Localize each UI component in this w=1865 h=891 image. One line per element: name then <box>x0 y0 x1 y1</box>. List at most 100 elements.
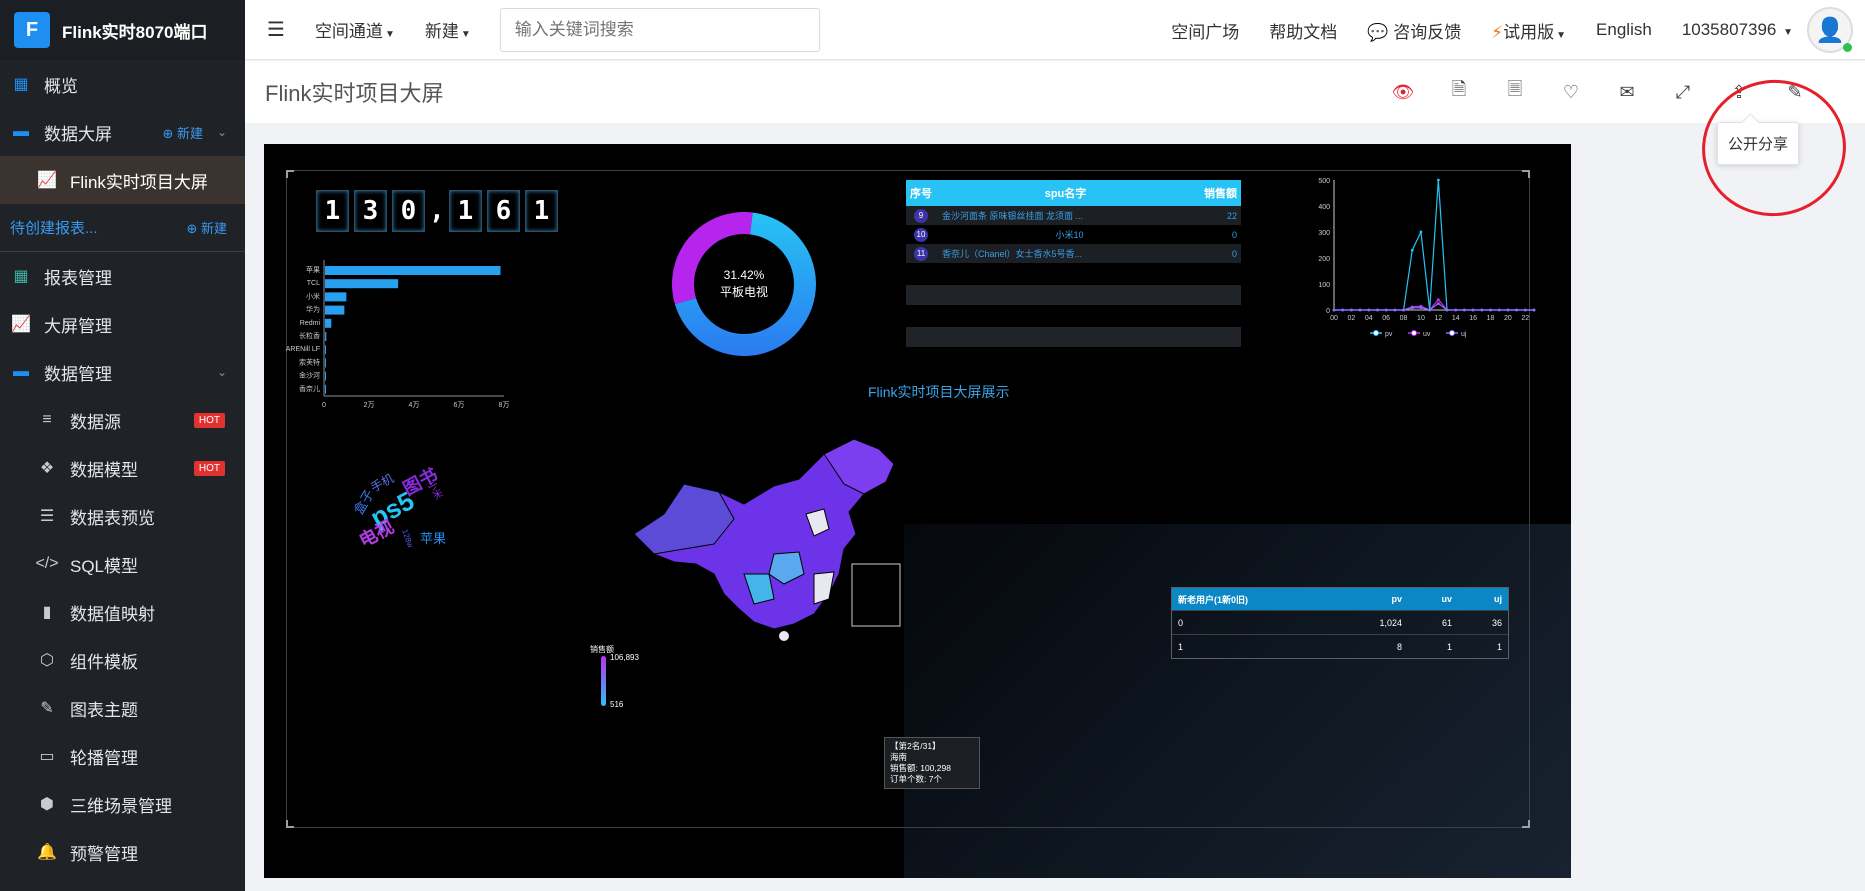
legend-gradient-bar <box>601 656 606 706</box>
new-menu[interactable]: 新建 ▼ <box>425 17 471 42</box>
sidebar-item-datasource[interactable]: ≡ 数据源 HOT <box>0 396 245 444</box>
help-docs-link[interactable]: 帮助文档 <box>1269 18 1337 43</box>
y-tick-label: 苹果 <box>306 265 320 274</box>
y-tick-label: 200 <box>1318 256 1330 263</box>
data-point <box>1410 306 1414 310</box>
data-point <box>1480 308 1484 312</box>
new-report-button[interactable]: ⊕ 新建 <box>186 218 227 237</box>
sidebar-item-label: 概览 <box>44 76 78 96</box>
sidebar-item-label: Flink实时项目大屏 <box>70 172 208 192</box>
feedback-label: 咨询反馈 <box>1393 22 1462 42</box>
data-point <box>1506 308 1510 312</box>
favorite-heart-icon[interactable]: ♡ <box>1543 82 1599 103</box>
sidebar-item-dashboards[interactable]: ▬ 数据大屏 ⊕ 新建 ⌄ <box>0 108 245 156</box>
data-point <box>1349 308 1353 312</box>
word-cloud: ps5 电视 图书 盒子 手机 苹果 小米 128w <box>350 464 460 564</box>
page-header: Flink实时项目大屏 👁 🗎 🗏 ♡ ✉ ⤢ ⇪ ✎ <box>245 61 1865 123</box>
cell: 61 <box>1441 617 1452 628</box>
map-title: Flink实时项目大屏展示 <box>868 384 1010 400</box>
header-cell: uv <box>1441 594 1452 604</box>
y-tick-label: 华为 <box>306 305 320 314</box>
table-header: 新老用户(1新0旧) pv uv uj <box>1172 588 1508 610</box>
sidebar-item-screens[interactable]: 📈 大屏管理 <box>0 300 245 348</box>
preview-eye-icon[interactable]: 👁 <box>1375 82 1431 103</box>
space-square-link[interactable]: 空间广场 <box>1171 18 1239 43</box>
sidebar-item-reports[interactable]: ▦ 报表管理 <box>0 252 245 300</box>
sidebar-item-component-templates[interactable]: ⬡ 组件模板 <box>0 636 245 684</box>
data-point <box>1454 308 1458 312</box>
sidebar-item-label: 报表管理 <box>44 268 112 288</box>
language-link[interactable]: English <box>1596 20 1652 40</box>
menu-label: 新建 <box>424 22 459 41</box>
chat-icon: 💬 <box>1367 22 1389 42</box>
search-input[interactable] <box>499 7 820 52</box>
bar <box>325 358 326 368</box>
dashboard-canvas: 130,161 苹果 TCL 小米 华为 Redmi 长粒香 ARENill LF 索芙特 金沙… <box>264 144 1571 878</box>
tooltip-line: 销售额: 100,298 <box>890 763 951 773</box>
china-map <box>633 438 901 641</box>
data-point <box>1419 230 1423 234</box>
new-label: 新建 <box>176 125 203 141</box>
export-excel-icon[interactable]: 🗏 <box>1487 77 1543 107</box>
sidebar-item-data-management[interactable]: ▬ 数据管理 ⌄ <box>0 348 245 396</box>
chevron-down-icon[interactable]: ⌄ <box>217 365 227 379</box>
top-right-menu: 空间广场 帮助文档 💬 咨询反馈 ⚡试用版 ▼ English 103580739… <box>1156 0 1853 60</box>
legend-label: uj <box>1461 331 1467 338</box>
new-old-users-table: 新老用户(1新0旧) pv uv uj 0 1,024 61 36 1 8 1 … <box>1171 587 1509 659</box>
x-tick-label: 2万 <box>364 401 375 409</box>
sidebar-item-label: 数据源 <box>70 412 121 432</box>
feedback-link[interactable]: 💬 咨询反馈 <box>1367 18 1461 43</box>
data-point <box>1332 308 1336 312</box>
brand[interactable]: F Flink实时8070端口 <box>0 0 245 60</box>
sidebar-item-overview[interactable]: ▦ 概览 <box>0 60 245 108</box>
trial-label: 试用版 <box>1503 22 1555 42</box>
sidebar-toggle-icon[interactable]: ☰ <box>267 17 285 42</box>
counter-digit: 1 <box>525 190 558 232</box>
caret-down-icon: ▼ <box>460 29 471 40</box>
bar <box>325 345 326 355</box>
sidebar-item-label: 数据值映射 <box>70 604 155 624</box>
bar <box>325 384 326 394</box>
cell: 8 <box>1396 641 1402 652</box>
counter-digit: 1 <box>316 190 349 232</box>
row-value: 0 <box>1231 229 1237 240</box>
sidebar-item-table-preview[interactable]: ☰ 数据表预览 <box>0 492 245 540</box>
hourly-traffic-line-chart: 0 100 200 300 400 500 00 02 04 06 08 10 12 14 16 18 20 22… <box>1318 178 1536 338</box>
header-cell: uj <box>1494 594 1502 604</box>
user-menu[interactable]: 1035807396 ▼ <box>1682 20 1793 40</box>
table-header: 序号 spu名字 销售额 <box>906 180 1241 206</box>
caret-down-icon: ▼ <box>384 29 395 40</box>
space-channel-menu[interactable]: 空间通道 ▼ <box>315 17 395 42</box>
cell: 1 <box>1496 641 1502 652</box>
sidebar-item-sql-model[interactable]: </> SQL模型 <box>0 540 245 588</box>
caret-down-icon: ▼ <box>1783 27 1793 38</box>
sidebar-item-3d-scenes[interactable]: ⬢ 三维场景管理 <box>0 780 245 828</box>
sidebar-item-alerts[interactable]: 🔔 预警管理 <box>0 828 245 876</box>
data-point <box>1497 308 1501 312</box>
sidebar-item-carousel[interactable]: ▭ 轮播管理 <box>0 732 245 780</box>
fullscreen-icon[interactable]: ⤢ <box>1655 82 1711 103</box>
sidebar-item-pending-report[interactable]: 待创建报表... ⊕ 新建 <box>0 204 245 252</box>
sidebar-item-value-mapping[interactable]: ▮ 数据值映射 <box>0 588 245 636</box>
bar <box>325 266 501 275</box>
chevron-down-icon[interactable]: ⌄ <box>217 125 227 139</box>
bar <box>325 332 327 341</box>
avatar[interactable]: 👤 <box>1807 7 1853 53</box>
cell: 1 <box>1178 641 1184 652</box>
sidebar-item-flink-dashboard[interactable]: 📈 Flink实时项目大屏 <box>0 156 245 204</box>
magic-wand-icon: ✎ <box>40 700 54 717</box>
sidebar-item-datamodel[interactable]: ❖ 数据模型 HOT <box>0 444 245 492</box>
email-icon[interactable]: ✉ <box>1599 82 1655 103</box>
sidebar-item-chart-themes[interactable]: ✎ 图表主题 <box>0 684 245 732</box>
legend-min: 516 <box>610 700 624 709</box>
box-icon: ⬢ <box>40 796 54 813</box>
export-pdf-icon[interactable]: 🗎 <box>1431 77 1487 107</box>
sidebar-item-label: 大屏管理 <box>44 316 112 336</box>
header-value: 销售额 <box>1204 188 1237 200</box>
user-icon: 👤 <box>1815 16 1845 44</box>
trial-menu[interactable]: ⚡试用版 ▼ <box>1491 18 1566 43</box>
new-dashboard-button[interactable]: ⊕ 新建 <box>162 123 203 142</box>
data-point <box>1436 298 1440 301</box>
tooltip-line: 订单个数: 7个 <box>890 774 942 784</box>
data-point <box>1445 308 1449 312</box>
